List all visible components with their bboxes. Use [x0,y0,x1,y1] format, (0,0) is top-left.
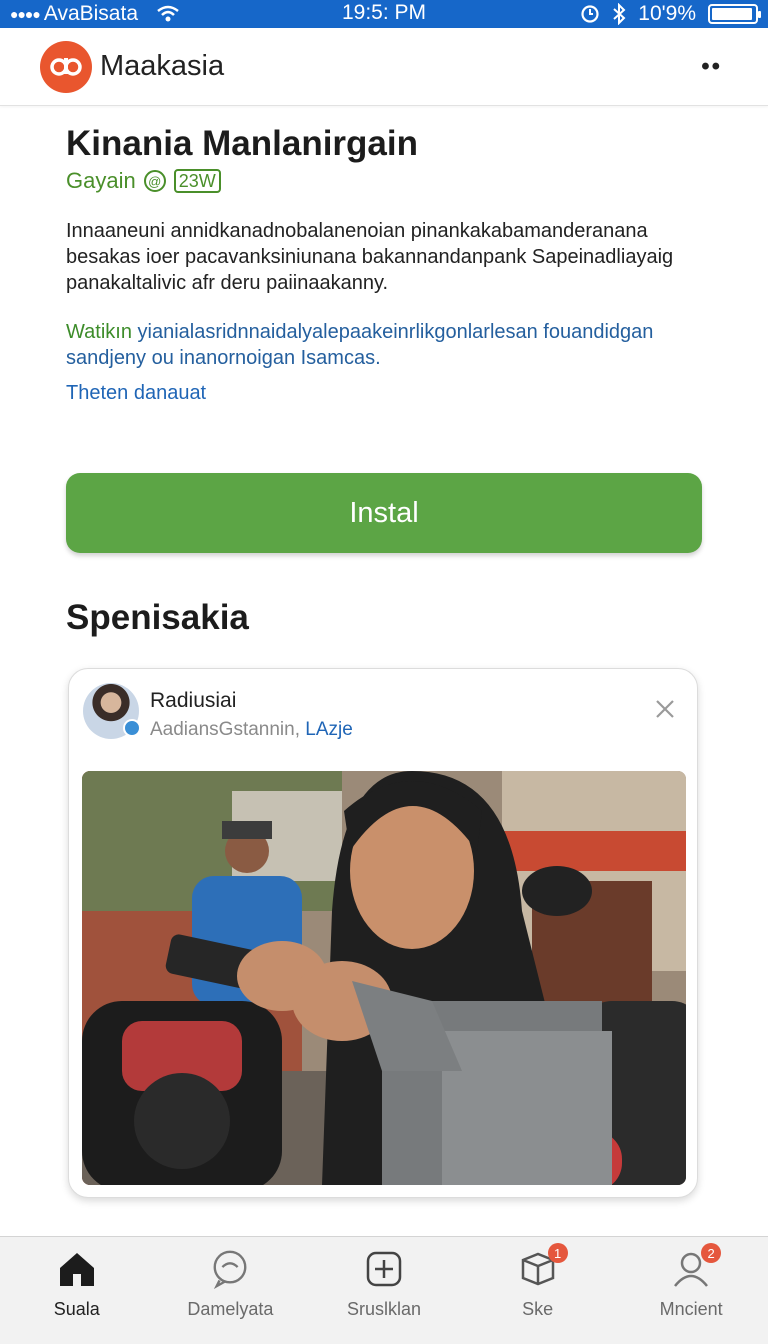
app-note: Watikın yianialasridnnaidalyalepaakeinrl… [66,319,706,371]
tab-chat[interactable]: Damelyata [154,1237,308,1344]
tab-label: Suala [53,1299,100,1319]
tab-profile[interactable]: 2 Mncient [614,1237,768,1344]
notification-badge: 1 [547,1243,568,1263]
add-icon [364,1249,404,1289]
carrier-name: AvaBisata [43,2,138,25]
rating-icon: @ [143,170,166,192]
section-title: Spenisakia [66,598,249,637]
verified-icon [123,719,141,737]
more-options-button[interactable]: •• [695,45,728,89]
tab-label: Damelyata [187,1299,274,1319]
post-photo [82,771,686,1185]
app-title: Kinania Manlanirgain [66,124,418,163]
notification-badge: 2 [701,1243,722,1263]
install-button[interactable]: Instal [66,473,702,553]
battery-percent: 10'9% [638,2,696,25]
rating-badge: 23W [173,169,221,193]
battery-fill [712,8,752,20]
box-icon: 1 [518,1243,568,1289]
post-card: Radiusiai AadiansGstannin, LAzje [68,668,698,1198]
tab-label: Ske [522,1299,554,1319]
chat-icon [210,1249,250,1289]
bottom-tab-bar: Suala Damelyata Sruslklan 1 Ske 2 Mncien… [0,1236,768,1344]
card-subtitle-accent[interactable]: LAzje [305,719,353,740]
card-subtitle: AadiansGstannin, LAzje [150,719,353,741]
status-bar: ●●●● AvaBisata 19:5: PM 10'9% [0,0,768,28]
note-highlight: Watikın [66,321,132,343]
profile-icon: 2 [671,1243,722,1289]
tab-box[interactable]: 1 Ske [461,1237,615,1344]
more-details-link[interactable]: Theten danauat [66,382,206,405]
note-text: yianialasridnnaidalyalepaakeinrlikgonlar… [66,321,654,369]
close-icon[interactable] [653,697,677,721]
card-subtitle-text: AadiansGstannin, [150,719,306,740]
app-header: Maakasia •• [0,28,768,106]
developer-row: Gayain @ 23W [66,168,221,194]
tab-home[interactable]: Suala [0,1237,154,1344]
wifi-icon [157,5,179,22]
app-description: Innaaneuni annidkanadnobalanenoian pinan… [66,220,674,294]
alarm-icon [581,5,599,23]
avatar[interactable] [83,683,141,739]
bluetooth-icon [613,3,626,25]
carrier-info: ●●●● AvaBisata [10,2,310,26]
battery-icon [708,4,761,24]
tab-add[interactable]: Sruslklan [307,1237,461,1344]
tab-label: Sruslklan [346,1299,421,1319]
card-author-name: Radiusiai [150,689,237,712]
signal-strength-icon: ●●●● [10,6,41,22]
tab-label: Mncient [659,1299,723,1319]
app-logo-icon[interactable] [40,40,92,93]
home-icon [57,1249,97,1289]
app-name: Maakasia [100,50,225,82]
developer-name[interactable]: Gayain [66,168,136,194]
